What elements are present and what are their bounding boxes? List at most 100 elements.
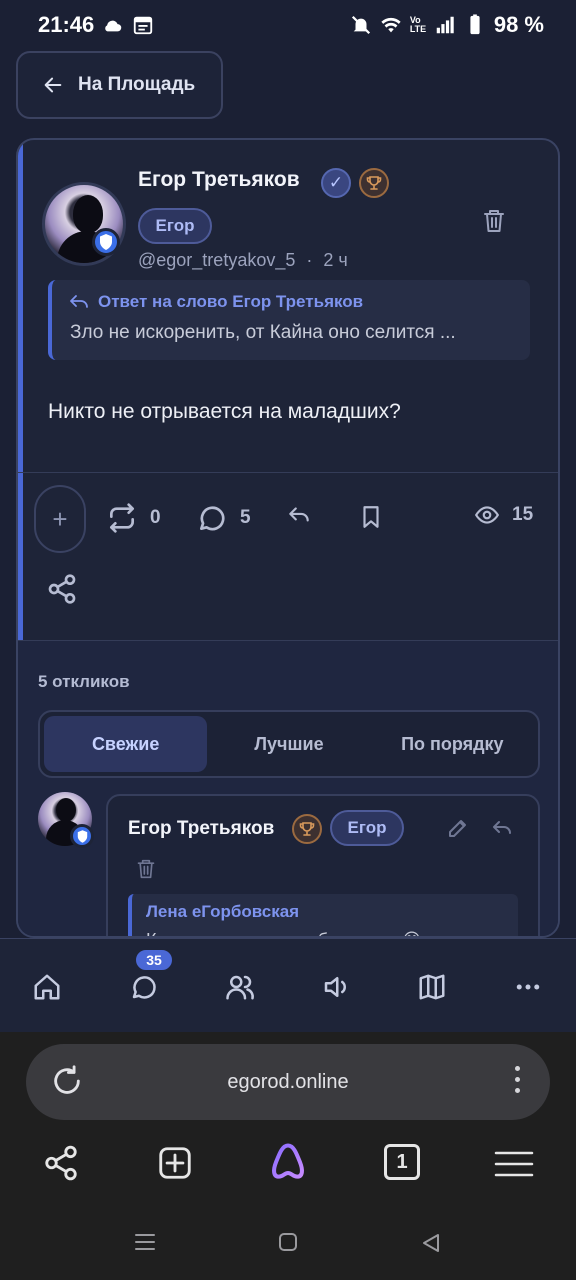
share-post-button[interactable] [46,572,78,611]
reply-text: Зло не искоренить, от Кайна оно селится … [70,322,456,343]
plus-icon: + [52,503,68,534]
sound-icon [324,977,346,997]
plus-square-icon [159,1147,191,1179]
assistant-button[interactable] [266,1140,310,1189]
recents-icon [135,1234,155,1250]
system-home-button[interactable] [278,1232,298,1257]
users-icon [226,975,254,1000]
repost-count: 0 [150,507,161,528]
divider [18,472,558,473]
sort-tabs: Свежие Лучшие По порядку [38,710,540,778]
address-bar[interactable]: egorod.online [26,1044,550,1120]
trophy-icon [359,168,389,198]
comment-author-name[interactable]: Егор Третьяков [128,818,274,840]
browser-menu-icon[interactable] [515,1066,520,1093]
battery-level: 98 % [493,12,544,37]
reply-icon [493,821,511,834]
responses-section: 5 откликов Свежие Лучшие По порядку Егор… [18,640,558,936]
clock: 21:46 [38,12,95,37]
browser-menu-button[interactable] [494,1150,534,1183]
views-count: 15 [512,504,534,525]
repost-icon [110,503,134,533]
nav-map[interactable] [414,969,450,1005]
nav-home[interactable] [29,969,65,1005]
repost-button[interactable]: 0 [106,502,161,534]
meta-separator: · [306,250,313,270]
bottom-nav: 35 [0,938,576,1032]
back-triangle-icon [423,1234,439,1252]
arrow-left-icon [44,77,62,93]
tab-best[interactable]: Лучшие [207,716,370,772]
square-home-icon [279,1233,297,1251]
shield-icon [92,228,120,256]
tabs-button[interactable]: 1 [384,1144,420,1180]
comment-icon [200,506,225,531]
edit-comment-button[interactable] [446,816,470,845]
share-icon [45,1145,77,1181]
bookmark-icon [363,506,379,528]
messages-badge: 35 [134,948,174,972]
map-icon [419,974,445,1000]
post-card: Егор Третьяков ✓ Егор @egor_tretyakov_5 … [16,138,560,938]
comment-quote[interactable]: Лена еГорбовская Как страшна жыть с брат… [128,894,518,936]
author-handle: @egor_tretyakov_5 · 2 ч [138,250,348,271]
trash-icon [484,210,504,232]
author-badge: Егор [138,208,212,244]
post-time: 2 ч [323,250,348,270]
nav-sound[interactable] [318,969,354,1005]
system-recents-button[interactable] [134,1232,156,1257]
nav-messages[interactable] [126,969,162,1005]
quote-text: Как страшна жыть с братьями 😅 [146,930,518,936]
status-bar: 21:46 Vo LTE 98 % [0,0,576,50]
post-text: Никто не отрывается на маладших? [48,400,401,423]
reply-quote[interactable]: Ответ на слово Егор Третьяков Зло не иск… [48,280,530,360]
cloud-icon [105,20,122,32]
verified-icon: ✓ [321,168,351,198]
divider [18,640,558,641]
share-icon [48,574,76,604]
tab-in-order[interactable]: По порядку [371,716,534,772]
shield-icon [70,824,94,848]
chat-icon [132,976,156,999]
comment-card: Егор Третьяков Егор Лена еГорбовская Как… [106,794,540,936]
browser-chrome: egorod.online 1 [0,1032,576,1280]
responses-count: 5 откликов [38,672,130,691]
home-icon [34,974,60,1000]
eye-icon [474,506,500,524]
comment-count: 5 [240,507,251,528]
card-accent-bar [18,140,23,640]
author-name[interactable]: Егор Третьяков [138,168,300,192]
reply-button[interactable] [286,502,312,528]
back-label: На Площадь [78,74,196,95]
calendar-icon [134,16,153,35]
pencil-icon [449,820,466,837]
tab-fresh[interactable]: Свежие [44,716,208,772]
handle-text: @egor_tretyakov_5 [138,250,296,270]
battery-icon [470,14,480,35]
more-icon [516,984,540,990]
reply-icon [289,507,309,522]
bookmark-button[interactable] [358,502,384,532]
delete-post-button[interactable] [482,208,506,239]
back-to-square-button[interactable]: На Площадь [16,51,223,119]
system-back-button[interactable] [420,1232,442,1259]
add-reaction-button[interactable]: + [34,485,86,553]
tab-count: 1 [384,1144,420,1180]
comment-author-badge: Егор [330,810,404,846]
delete-comment-button[interactable] [136,858,156,885]
reply-title: Ответ на слово Егор Третьяков [98,292,364,311]
comments-button[interactable]: 5 [196,502,251,534]
hamburger-icon [494,1151,534,1177]
browser-share-button[interactable] [42,1144,80,1187]
reply-comment-button[interactable] [490,816,514,845]
reload-icon[interactable] [50,1064,84,1098]
quote-author: Лена еГорбовская [146,902,300,921]
url-text: egorod.online [227,1070,349,1093]
volte-indicator: Vo LTE [409,15,427,34]
trophy-icon [292,814,322,844]
views-counter: 15 [474,502,533,528]
new-tab-button[interactable] [156,1144,194,1187]
mute-bell-icon [351,15,370,35]
nav-more[interactable] [510,969,546,1005]
nav-people[interactable] [222,969,258,1005]
